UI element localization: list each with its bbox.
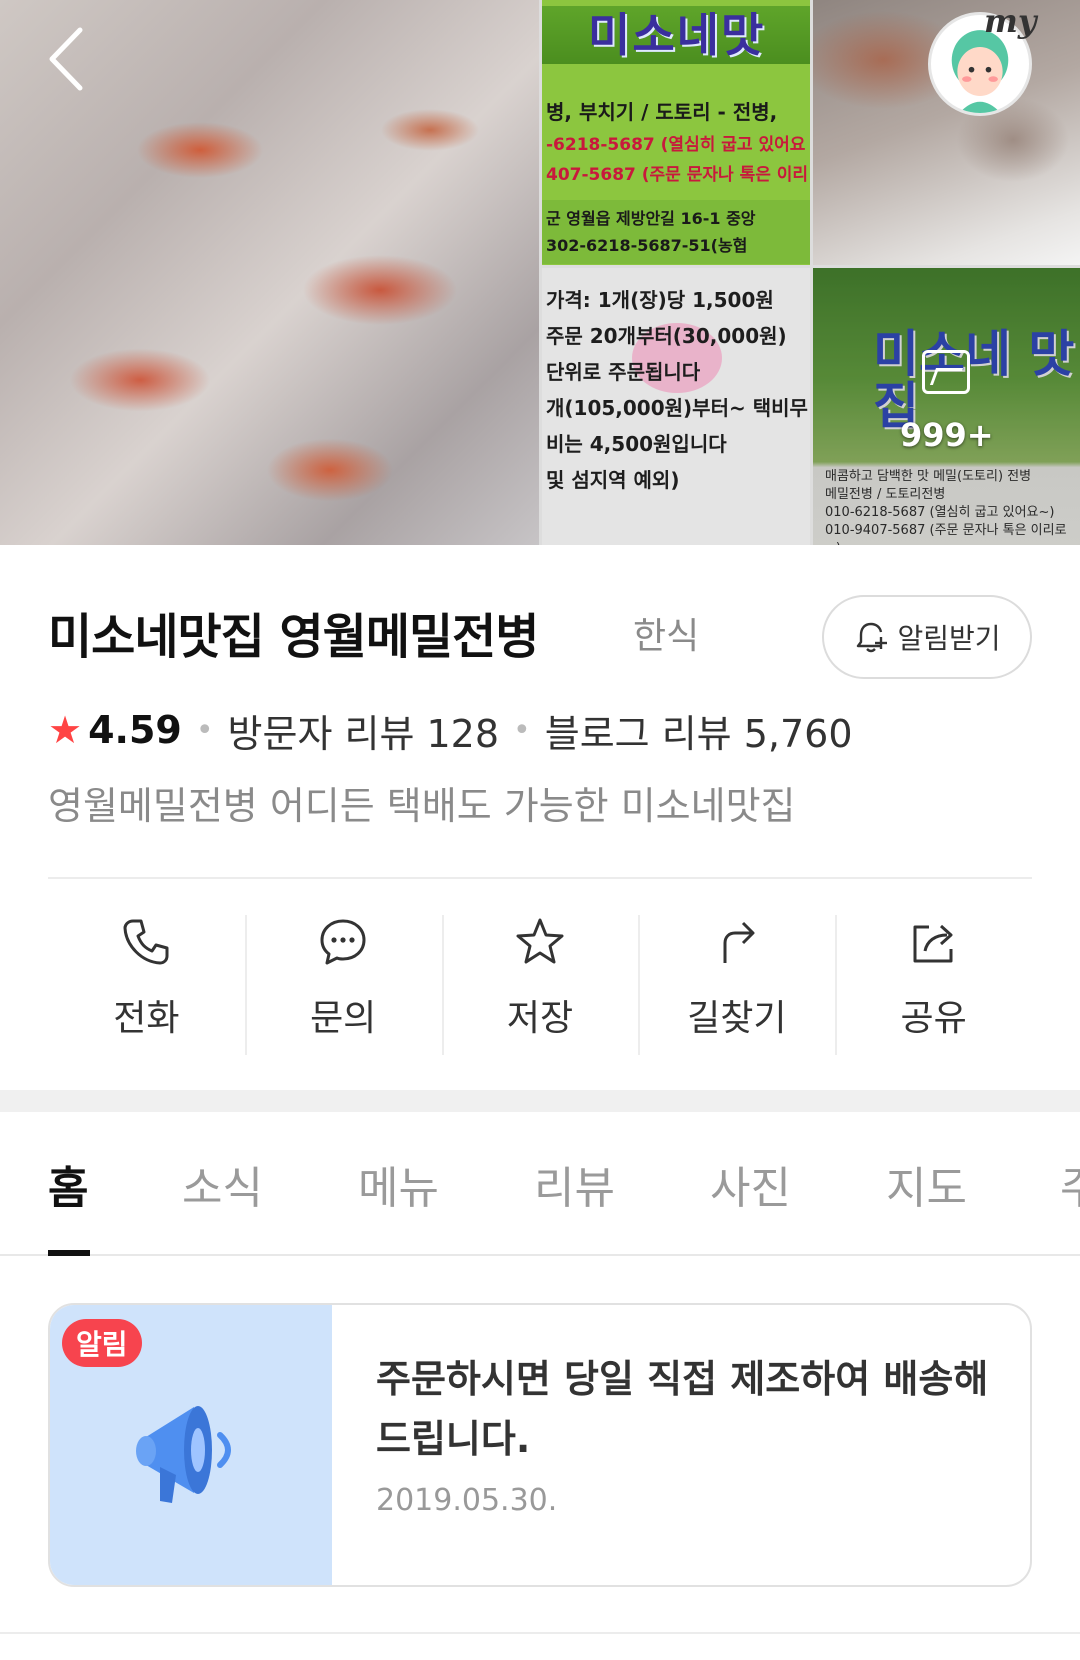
sign2-line: 가격: 1개(장)당 1,500원 <box>546 288 774 312</box>
call-button[interactable]: 전화 <box>48 915 245 1055</box>
notice-date: 2019.05.30. <box>376 1483 558 1518</box>
sign2-line: 및 섬지역 예외) <box>546 468 680 492</box>
notice-image: 알림 <box>50 1305 332 1585</box>
tab-home[interactable]: 홈 <box>48 1152 88 1216</box>
sign2-line: 주문 20개부터(30,000원) <box>546 324 787 348</box>
action-label: 문의 <box>310 998 377 1039</box>
action-bar: 전화 문의 저장 길찾기 공유 <box>48 915 1032 1055</box>
phone-icon <box>123 919 169 965</box>
place-category: 한식 <box>633 616 700 657</box>
divider <box>48 877 1032 879</box>
sign2-line: 비는 4,500원입니다 <box>546 432 727 456</box>
megaphone-icon <box>136 1406 231 1503</box>
star-outline-icon <box>516 918 564 964</box>
tab-menu[interactable]: 메뉴 <box>358 1152 439 1216</box>
photo-count[interactable]: 999+ <box>900 416 994 454</box>
sign1-line: -6218-5687 (열심히 굽고 있어요 <box>546 135 806 155</box>
tab-photos[interactable]: 사진 <box>710 1152 791 1216</box>
photo-gallery[interactable]: 미소네맛 병, 부치기 / 도토리 - 전병, -6218-5687 (열심히 … <box>0 0 1080 545</box>
inquiry-button[interactable]: 문의 <box>244 915 442 1055</box>
sign1-line: 302-6218-5687-51(농협 <box>546 236 748 255</box>
tab-bar: 홈 소식 메뉴 리뷰 사진 지도 주 <box>0 1112 1080 1256</box>
directions-button[interactable]: 길찾기 <box>638 915 835 1055</box>
star-icon: ★ <box>48 708 83 752</box>
rating-value: 4.59 <box>88 708 182 752</box>
image-icon <box>922 350 970 394</box>
share-button[interactable]: 공유 <box>835 915 1032 1055</box>
back-arrow-icon[interactable] <box>40 24 100 94</box>
separator-dot: • <box>513 712 531 748</box>
notice-badge: 알림 <box>62 1319 142 1367</box>
notify-button[interactable]: 알림받기 <box>822 595 1032 679</box>
bell-plus-icon <box>857 622 888 653</box>
action-label: 저장 <box>506 998 574 1039</box>
place-tagline: 영월메밀전병 어디든 택배도 가능한 미소네맛집 <box>48 784 796 828</box>
directions-icon <box>723 921 755 963</box>
tab-map[interactable]: 지도 <box>886 1152 967 1216</box>
chat-icon <box>320 919 366 965</box>
share-icon <box>913 924 953 963</box>
notice-text: 주문하시면 당일 직접 제조하여 배송해드립니다. <box>376 1357 989 1461</box>
active-tab-indicator <box>48 1250 90 1256</box>
separator-dot: • <box>195 712 214 748</box>
divider <box>0 1632 1080 1634</box>
save-button[interactable]: 저장 <box>441 915 639 1055</box>
sign2-line: 단위로 주문됩니다 <box>546 360 701 384</box>
sign1-line: 군 영월읍 제방안길 16-1 중앙 <box>546 209 756 228</box>
tab-reviews[interactable]: 리뷰 <box>534 1152 615 1216</box>
price-sign-photo[interactable]: 가격: 1개(장)당 1,500원 주문 20개부터(30,000원) 단위로 … <box>542 268 810 545</box>
sign2-line: 개(105,000원)부터~ 택비무 <box>546 396 808 420</box>
poster-photo[interactable]: 미소네 맛집 매콤하고 담백한 맛 메밀(도토리) 전병 메밀전병 / 도토리전… <box>813 268 1080 545</box>
action-label: 공유 <box>900 998 967 1039</box>
section-gap <box>0 1090 1080 1112</box>
place-name: 미소네맛집 영월메밀전병 <box>48 609 539 665</box>
more-photos-overlay <box>813 268 1080 545</box>
my-label: my <box>984 2 1037 40</box>
blog-reviews-link[interactable]: 블로그 리뷰 5,760 <box>545 703 853 758</box>
sign1-title: 미소네맛 <box>542 6 810 64</box>
sign1-line: 병, 부치기 / 도토리 - 전병, <box>546 100 778 124</box>
tab-news[interactable]: 소식 <box>182 1152 263 1216</box>
rating-row: ★ 4.59 • 방문자 리뷰 128 • 블로그 리뷰 5,760 <box>48 703 853 758</box>
action-label: 전화 <box>113 998 180 1039</box>
tab-more[interactable]: 주 <box>1060 1152 1080 1216</box>
visitor-reviews-link[interactable]: 방문자 리뷰 128 <box>228 703 500 758</box>
sign1-line: 407-5687 (주문 문자나 톡은 이리 <box>546 165 809 185</box>
action-label: 길찾기 <box>687 998 787 1039</box>
notice-card[interactable]: 알림 주문하시면 당일 직접 제조하여 배송해드립니다. 2019.05.30. <box>48 1303 1032 1587</box>
sign-photo-1[interactable]: 미소네맛 병, 부치기 / 도토리 - 전병, -6218-5687 (열심히 … <box>542 0 810 265</box>
notify-label: 알림받기 <box>897 622 1001 655</box>
